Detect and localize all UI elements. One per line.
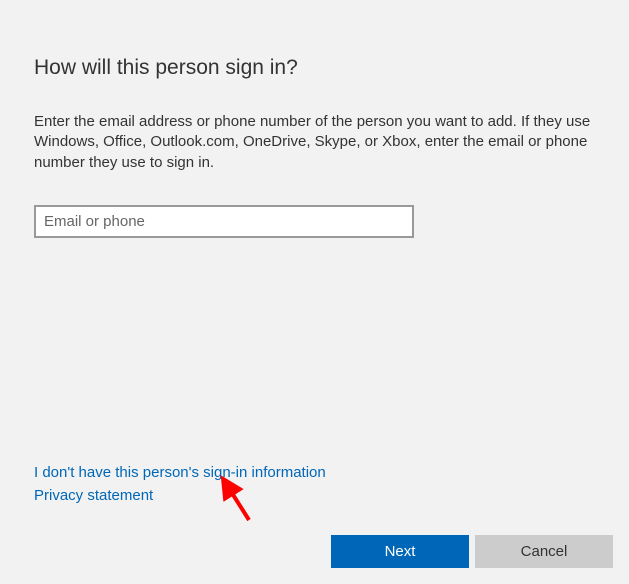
links-section: I don't have this person's sign-in infor… xyxy=(34,464,326,510)
cancel-button[interactable]: Cancel xyxy=(475,535,613,568)
next-button[interactable]: Next xyxy=(331,535,469,568)
no-signin-info-link[interactable]: I don't have this person's sign-in infor… xyxy=(34,464,326,481)
privacy-statement-link[interactable]: Privacy statement xyxy=(34,487,326,504)
dialog-content: How will this person sign in? Enter the … xyxy=(0,0,629,238)
email-or-phone-input[interactable] xyxy=(34,205,414,238)
page-description: Enter the email address or phone number … xyxy=(34,112,594,173)
page-title: How will this person sign in? xyxy=(34,56,595,80)
button-row: Next Cancel xyxy=(331,535,613,568)
